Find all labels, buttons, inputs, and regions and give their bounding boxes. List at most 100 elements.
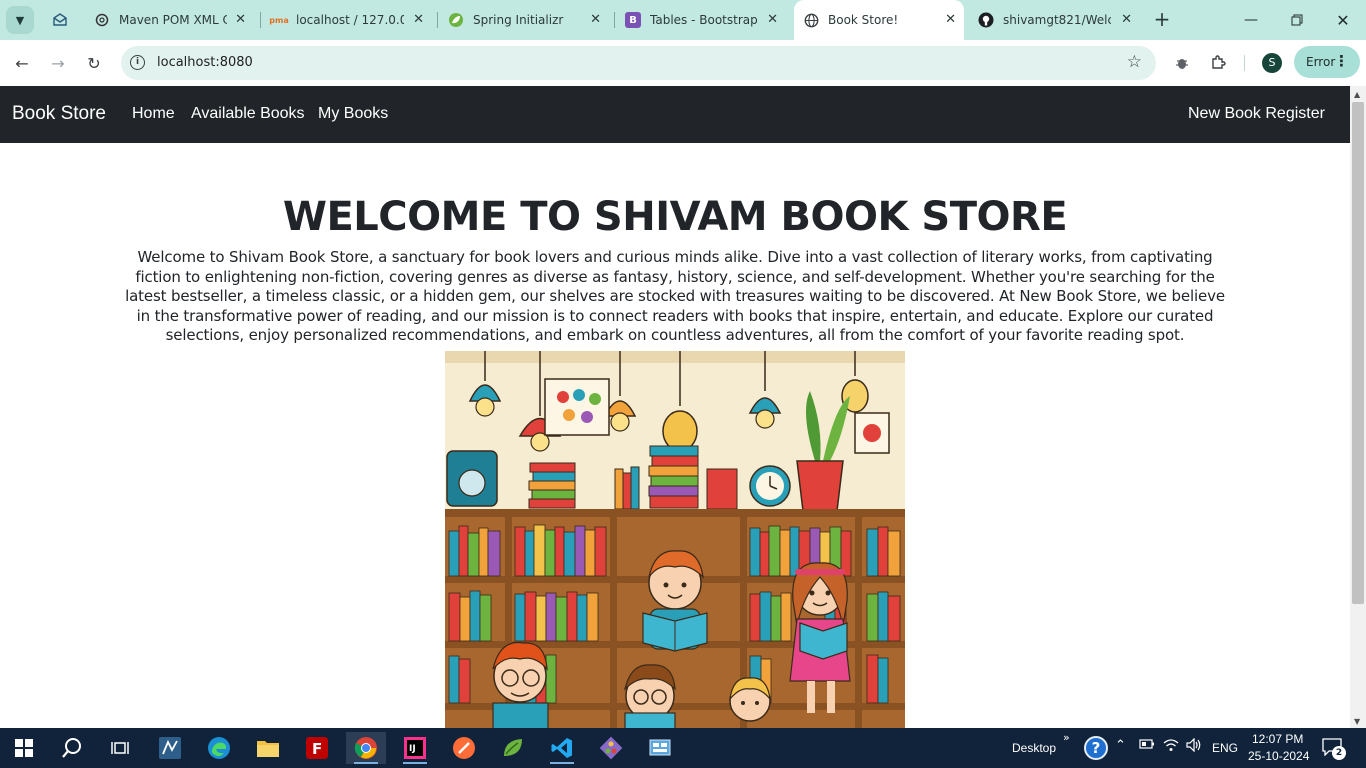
spring-leaf-icon [504, 739, 522, 756]
page-viewport: Book Store Home Available Books My Books… [0, 86, 1350, 728]
arrow-right-icon: → [51, 53, 65, 73]
extension-bug-icon[interactable] [1170, 51, 1194, 75]
wifi-icon[interactable] [1163, 738, 1179, 756]
filezilla-icon: F [306, 737, 328, 759]
tab-title: Spring Initializr [473, 13, 564, 27]
url-text[interactable]: localhost:8080 [157, 55, 253, 70]
chevron-up-icon[interactable]: ⌃ [1115, 738, 1126, 753]
search-icon [62, 738, 81, 758]
scroll-up-arrow-icon[interactable]: ▲ [1354, 90, 1360, 99]
start-button[interactable] [4, 732, 44, 764]
volume-icon[interactable] [1186, 737, 1202, 756]
mail-icon [53, 13, 67, 26]
tab-title: shivamgt821/Welco [1003, 13, 1111, 27]
taskbar-app-filezilla[interactable]: F [297, 732, 337, 764]
site-info-icon[interactable]: i [130, 55, 145, 70]
close-icon[interactable]: ✕ [590, 12, 601, 27]
notification-count-badge: 2 [1332, 746, 1346, 760]
reload-icon: ↻ [87, 53, 101, 73]
browser-tab-bar: ▼ Maven POM XML Co ✕ pma localhost / 127… [0, 0, 1366, 40]
forward-button[interactable]: → [46, 51, 70, 75]
nav-link-new-book-register[interactable]: New Book Register [1188, 105, 1325, 123]
page-title: WELCOME TO SHIVAM BOOK STORE [282, 194, 1068, 240]
error-button[interactable]: Error ⋮ [1294, 46, 1360, 78]
nav-link-my-books[interactable]: My Books [318, 105, 388, 123]
intellij-icon: IJ [404, 737, 426, 759]
clock-time[interactable]: 12:07 PM [1252, 732, 1303, 746]
svg-text:IJ: IJ [409, 744, 416, 754]
taskbar-app-edge[interactable] [199, 732, 239, 764]
battery-icon[interactable] [1139, 738, 1155, 754]
chevron-down-icon: ▼ [15, 13, 25, 27]
clock-date[interactable]: 25-10-2024 [1248, 749, 1309, 763]
control-panel-icon [649, 739, 671, 756]
close-icon[interactable]: ✕ [1121, 12, 1132, 27]
tab-phpmyadmin[interactable]: pma localhost / 127.0.0.1 ✕ [264, 0, 432, 40]
scrollbar-thumb[interactable] [1352, 102, 1364, 604]
windows-taskbar: F IJ Desktop » ? ⌃ ENG 12:07 PM 25-10-20… [0, 728, 1366, 768]
close-icon[interactable]: ✕ [767, 12, 778, 27]
close-window-button[interactable]: ✕ [1320, 0, 1366, 40]
restore-button[interactable] [1274, 0, 1320, 40]
tab-book-store[interactable]: Book Store! ✕ [794, 0, 964, 40]
phpmyadmin-icon: pma [269, 15, 289, 25]
page-scrollbar[interactable]: ▲ ▼ [1350, 86, 1366, 728]
taskbar-app-spring-tool[interactable] [493, 732, 533, 764]
close-icon[interactable]: ✕ [235, 12, 246, 27]
github-icon [978, 12, 994, 28]
nav-link-available-books[interactable]: Available Books [191, 105, 305, 123]
more-menu-icon: ⋮ [1334, 52, 1349, 70]
tab-title: Maven POM XML Co [119, 13, 227, 27]
bookmark-star-icon[interactable]: ☆ [1127, 52, 1142, 72]
navbar-brand[interactable]: Book Store [12, 103, 106, 125]
git-client-icon [599, 736, 623, 760]
bootstrap-icon: B [625, 12, 641, 28]
new-tab-button[interactable]: + [1151, 8, 1173, 32]
close-icon[interactable]: ✕ [413, 12, 424, 27]
taskbar-app-mysql[interactable] [150, 732, 190, 764]
arrow-left-icon: ← [15, 53, 29, 73]
nav-link-home[interactable]: Home [132, 105, 175, 123]
browser-toolbar: ← → ↻ i localhost:8080 ☆ S Error ⋮ [0, 40, 1366, 86]
task-view-button[interactable] [100, 732, 140, 764]
notification-center-button[interactable]: 2 [1322, 738, 1348, 760]
profile-avatar[interactable]: S [1262, 53, 1282, 73]
spring-icon [448, 12, 464, 28]
extensions-puzzle-icon[interactable] [1206, 51, 1230, 75]
tab-spring[interactable]: Spring Initializr ✕ [441, 0, 609, 40]
toolbar-divider [1244, 55, 1245, 71]
taskbar-app-git[interactable] [591, 732, 631, 764]
tab-bootstrap[interactable]: B Tables - Bootstrap v5 ✕ [618, 0, 786, 40]
scroll-down-arrow-icon[interactable]: ▼ [1354, 717, 1360, 726]
bookstore-illustration [445, 351, 905, 728]
svg-text:F: F [312, 740, 322, 758]
search-button[interactable] [52, 732, 92, 764]
taskbar-app-vscode[interactable] [542, 732, 582, 764]
taskbar-app-control-panel[interactable] [640, 732, 680, 764]
double-chevron-icon[interactable]: » [1063, 731, 1070, 744]
taskbar-app-chrome[interactable] [346, 732, 386, 764]
error-label: Error [1306, 55, 1336, 69]
address-bar[interactable]: i localhost:8080 ☆ [121, 46, 1156, 80]
language-indicator[interactable]: ENG [1212, 741, 1238, 755]
tab-maven[interactable]: Maven POM XML Co ✕ [86, 0, 254, 40]
tab-github[interactable]: shivamgt821/Welco ✕ [970, 0, 1140, 40]
back-button[interactable]: ← [10, 51, 34, 75]
vscode-icon [551, 738, 572, 758]
tab-title: Book Store! [828, 13, 899, 27]
tab-title: Tables - Bootstrap v5 [650, 13, 758, 27]
help-question-icon[interactable]: ? [1084, 736, 1108, 760]
taskbar-app-file-explorer[interactable] [248, 732, 288, 764]
folder-icon [257, 741, 279, 757]
desktop-toolbar-label[interactable]: Desktop [1012, 741, 1056, 755]
globe-icon [803, 12, 819, 28]
taskbar-app-intellij[interactable]: IJ [395, 732, 435, 764]
close-icon[interactable]: ✕ [945, 12, 956, 27]
tab-divider [260, 12, 261, 28]
tab-search-button[interactable]: ▼ [6, 6, 34, 34]
pinned-tab-mail[interactable] [44, 0, 76, 40]
minimize-button[interactable]: — [1228, 0, 1274, 40]
reload-button[interactable]: ↻ [82, 51, 106, 75]
task-view-icon [111, 742, 129, 754]
taskbar-app-postman[interactable] [444, 732, 484, 764]
